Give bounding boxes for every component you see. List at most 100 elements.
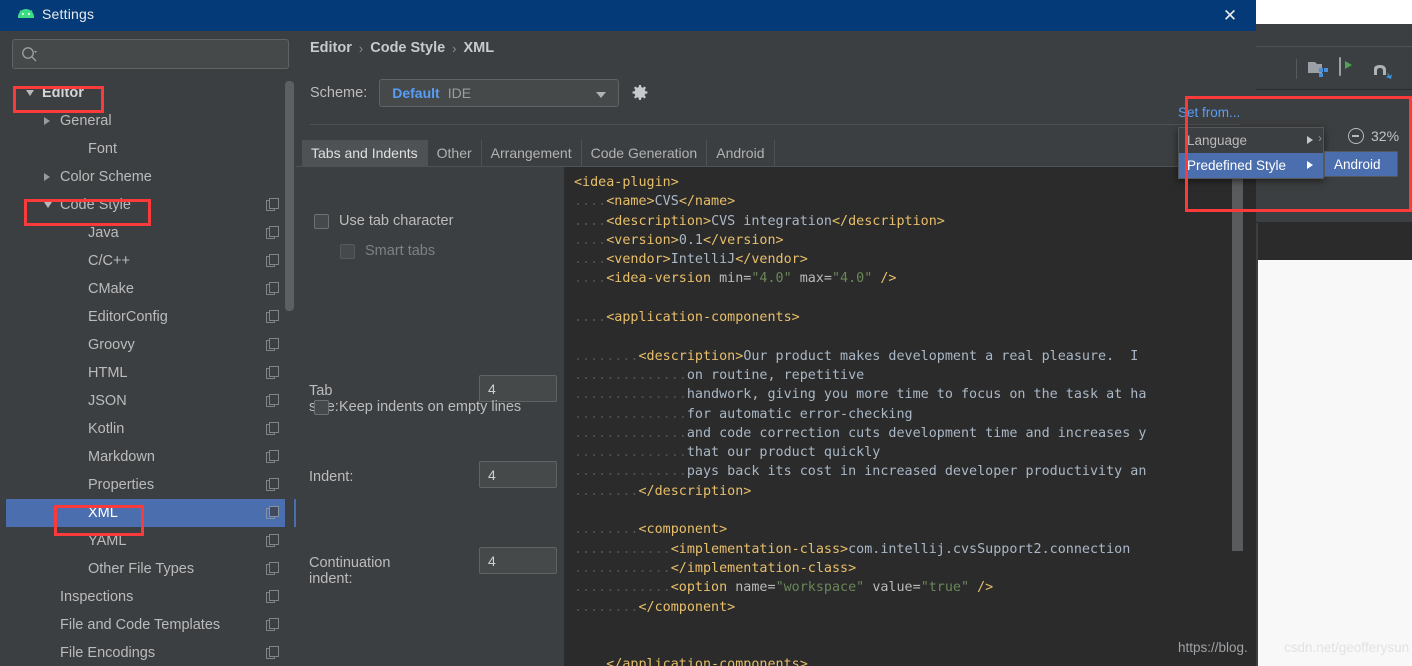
menu-item-predefined-style-label: Predefined Style [1187,158,1287,173]
sidebar-item-json[interactable]: JSON [6,387,296,415]
menu-item-predefined-style[interactable]: Predefined Style [1179,153,1323,178]
continuation-indent-input[interactable]: 4 [479,547,557,574]
stop-icon[interactable] [1264,58,1286,80]
sidebar-item-other-file-types[interactable]: Other File Types [6,555,296,583]
sidebar-item-label: File Encodings [60,645,156,661]
indent-input[interactable]: 4 [479,461,557,488]
run-icon[interactable] [1339,57,1361,80]
code-preview[interactable]: <idea-plugin> ....<name>CVS</name> ....<… [564,167,1256,666]
copy-icon[interactable] [266,198,279,211]
copy-icon[interactable] [266,254,279,267]
sidebar-item-label: Color Scheme [60,169,152,185]
scheme-dropdown[interactable]: Default IDE [379,79,620,107]
tab-code-generation[interactable]: Code Generation [582,140,708,166]
breadcrumb-item[interactable]: Editor [310,40,352,56]
breadcrumb-item[interactable]: Code Style [370,40,445,56]
sidebar-item-html[interactable]: HTML [6,359,296,387]
sidebar-item-yaml[interactable]: YAML [6,527,296,555]
set-from-trigger[interactable]: Set from... [1178,105,1240,120]
copy-icon[interactable] [266,590,279,603]
chevron-right-icon[interactable] [44,173,50,181]
gradle-elephant-icon[interactable] [1371,61,1393,79]
scheme-suffix: IDE [447,85,472,101]
copy-icon[interactable] [266,338,279,351]
tabs-and-indents-options: Use tab character Smart tabs Tab size: 4… [302,167,564,666]
copy-icon[interactable] [266,646,279,659]
background-editor-page [1258,260,1412,666]
use-tab-character-row[interactable]: Use tab character [314,213,453,229]
sidebar-item-file-encodings[interactable]: File Encodings [6,639,296,666]
copy-icon[interactable] [266,562,279,575]
copy-icon[interactable] [266,282,279,295]
tab-size-input[interactable]: 4 [479,375,557,402]
copy-icon[interactable] [266,506,279,519]
sidebar-item-java[interactable]: Java [6,219,296,247]
sidebar-item-label: Kotlin [88,421,125,437]
sidebar-item-properties[interactable]: Properties [6,471,296,499]
menu-item-android[interactable]: Android [1325,152,1397,176]
smart-tabs-checkbox[interactable] [340,243,355,259]
use-tab-character-checkbox[interactable] [314,213,329,229]
sidebar-item-file-and-code-templates[interactable]: File and Code Templates [6,611,296,639]
sidebar-item-label: EditorConfig [88,309,168,325]
breadcrumb-chevron-icon: › [1318,131,1322,145]
search-field-wrapper [12,39,289,69]
chevron-right-icon[interactable] [44,117,50,125]
menu-item-language[interactable]: Language [1179,128,1323,153]
sidebar-item-kotlin[interactable]: Kotlin [6,415,296,443]
copy-icon[interactable] [266,618,279,631]
sidebar-item-markdown[interactable]: Markdown [6,443,296,471]
chevron-down-icon[interactable] [26,90,34,96]
settings-tabs: Tabs and Indents Other Arrangement Code Gen… [302,140,775,166]
tab-tabs-and-indents[interactable]: Tabs and Indents [302,140,428,166]
sidebar-item-label: Inspections [60,589,134,605]
copy-icon[interactable] [266,450,279,463]
breadcrumb-separator: › [452,40,457,56]
tab-arrangement[interactable]: Arrangement [482,140,582,166]
breadcrumb-item[interactable]: XML [464,40,495,56]
copy-icon[interactable] [266,310,279,323]
tab-android[interactable]: Android [707,140,775,166]
sidebar-item-xml[interactable]: XML [6,499,296,527]
smart-tabs-row[interactable]: Smart tabs [340,243,435,259]
sidebar-item-label: Other File Types [88,561,195,577]
sidebar-item-label: YAML [88,533,127,549]
sidebar-item-inspections[interactable]: Inspections [6,583,296,611]
keep-indents-checkbox[interactable] [314,399,329,415]
watermark-left: https://blog. [1178,640,1248,655]
sidebar-item-label: Groovy [88,337,135,353]
copy-icon[interactable] [266,394,279,407]
folder-icon[interactable] [1307,58,1329,80]
sidebar-item-c-c[interactable]: C/C++ [6,247,296,275]
gear-icon[interactable] [631,84,649,102]
sidebar-item-editorconfig[interactable]: EditorConfig [6,303,296,331]
chevron-down-icon [596,92,607,98]
sidebar-item-cmake[interactable]: CMake [6,275,296,303]
chevron-down-icon[interactable] [44,202,52,208]
copy-icon[interactable] [266,422,279,435]
scheme-row: Scheme: Default IDE [310,79,649,107]
code-scrollbar-thumb[interactable] [1232,171,1243,551]
sidebar-scrollbar-thumb[interactable] [285,81,294,311]
sidebar-item-color-scheme[interactable]: Color Scheme [6,163,296,191]
copy-icon[interactable] [266,226,279,239]
copy-icon[interactable] [266,534,279,547]
copy-icon[interactable] [266,478,279,491]
sidebar-item-label: XML [88,505,118,521]
sidebar-item-general[interactable]: General [6,107,296,135]
sidebar-item-font[interactable]: Font [6,135,296,163]
zoom-level: 32% [1371,128,1400,144]
close-icon[interactable]: ✕ [1210,0,1250,31]
tab-other[interactable]: Other [428,140,482,166]
sidebar-item-label: File and Code Templates [60,617,221,633]
sidebar-item-groovy[interactable]: Groovy [6,331,296,359]
set-from-menu: Language Predefined Style [1178,127,1324,179]
sidebar-item-code-style[interactable]: Code Style [6,191,296,219]
search-input[interactable] [12,39,289,69]
copy-icon[interactable] [266,366,279,379]
title-bar: Settings ✕ [0,0,1256,31]
window-title: Settings [42,6,95,22]
minus-circle-icon[interactable] [1348,128,1364,144]
keep-indents-row[interactable]: Keep indents on empty lines [314,399,521,415]
sidebar-item-editor[interactable]: Editor [6,79,296,107]
